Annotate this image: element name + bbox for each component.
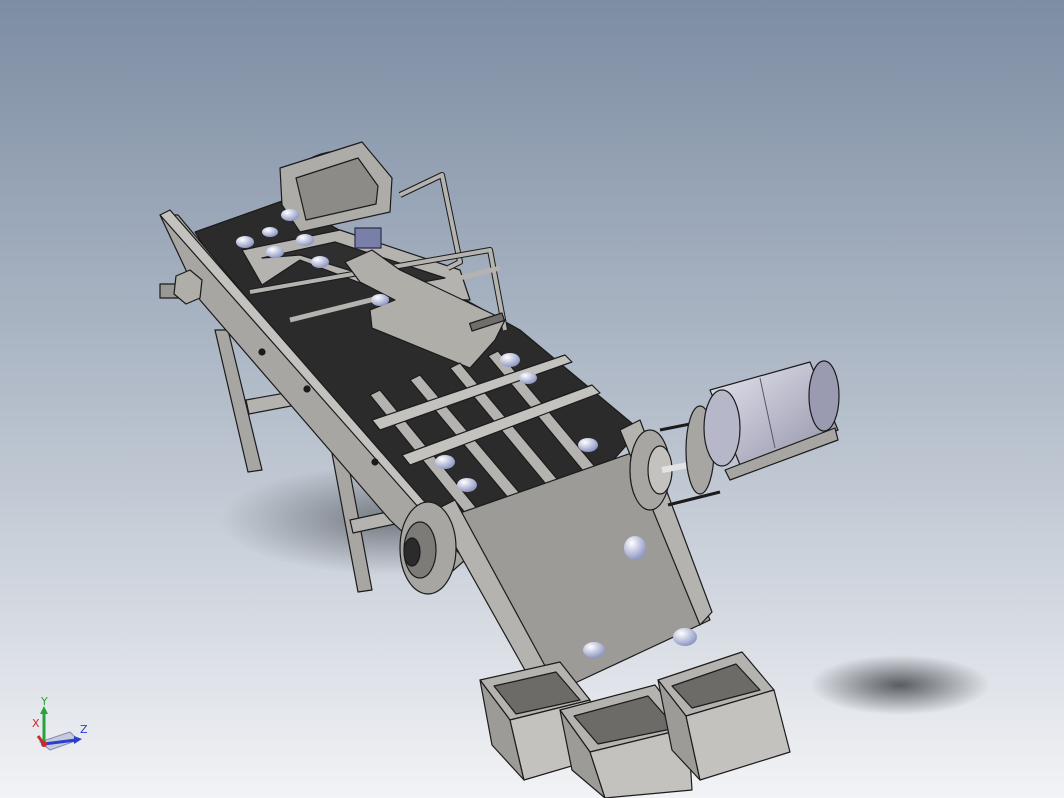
rail-hole [371, 458, 379, 466]
egg [311, 256, 329, 268]
egg [673, 628, 697, 646]
rail-hole [258, 348, 266, 356]
egg [578, 438, 598, 452]
egg [262, 227, 278, 237]
triad-y-label: Y [40, 696, 48, 708]
egg [583, 642, 605, 658]
graphics-viewport[interactable]: Y X Z [0, 0, 1064, 798]
front-bearing[interactable] [399, 501, 457, 595]
triad-origin-icon [41, 741, 47, 747]
egg [296, 234, 314, 246]
ground-shadow-bins [810, 655, 990, 715]
egg [624, 536, 646, 560]
egg [519, 372, 537, 384]
triad-z-label: Z [80, 723, 88, 736]
triad-x-label: X [32, 717, 40, 730]
egg [236, 236, 254, 248]
egg [281, 209, 299, 221]
coordinate-triad: Y X Z [32, 696, 88, 751]
rail-hole [303, 385, 311, 393]
model-canvas[interactable] [0, 0, 1064, 798]
actuator-sensor[interactable] [354, 227, 382, 249]
egg [371, 294, 389, 306]
egg [457, 478, 477, 492]
egg [500, 353, 520, 367]
z-axis-arrow-icon [74, 736, 82, 744]
egg [435, 455, 455, 469]
egg [266, 246, 284, 258]
